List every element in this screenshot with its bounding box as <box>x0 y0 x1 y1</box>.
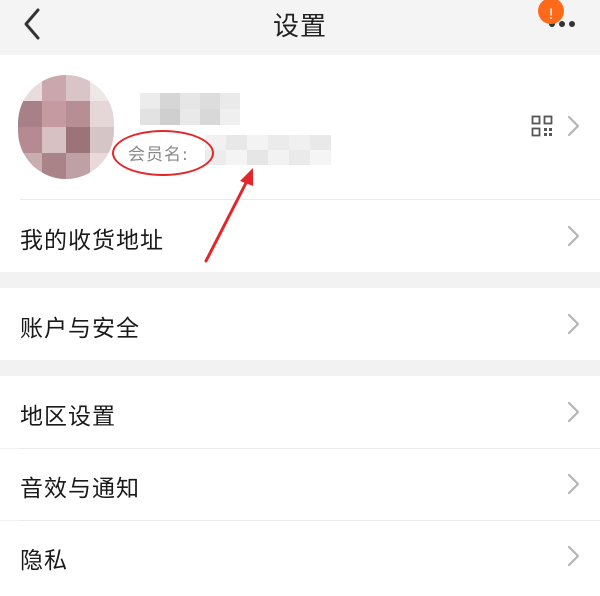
menu-item-account-security[interactable]: 账户与安全 <box>0 288 600 360</box>
top-nav-bar: 设置 ! <box>0 0 600 55</box>
menu-item-privacy[interactable]: 隐私 <box>0 521 600 596</box>
member-name-blurred <box>205 135 335 165</box>
menu-item-label: 我的收货地址 <box>20 228 164 254</box>
chevron-right-icon <box>567 115 580 137</box>
annotation-arrow <box>204 168 253 263</box>
page-title: 设置 <box>272 12 327 42</box>
qr-code-icon[interactable] <box>531 115 553 137</box>
avatar <box>18 75 114 179</box>
menu-item-label: 音效与通知 <box>20 476 140 502</box>
menu-item-sound-notifications[interactable]: 音效与通知 <box>0 449 600 520</box>
menu-item-label: 隐私 <box>20 548 68 574</box>
menu-item-address[interactable]: 我的收货地址 <box>0 200 600 272</box>
settings-page: 设置 ! 会员名: 我的收货地址 账户与安全 地区设置 音效与通知 隐私 <box>0 0 600 596</box>
chevron-right-icon <box>567 313 580 335</box>
chevron-right-icon <box>567 401 580 423</box>
chevron-right-icon <box>567 545 580 567</box>
chevron-right-icon <box>567 225 580 247</box>
more-dot <box>569 21 575 27</box>
menu-item-label: 地区设置 <box>20 404 116 430</box>
menu-item-label: 账户与安全 <box>20 316 140 342</box>
more-button[interactable]: ! <box>538 0 582 32</box>
chevron-right-icon <box>567 473 580 495</box>
more-dot <box>559 21 565 27</box>
menu-item-region[interactable]: 地区设置 <box>0 376 600 448</box>
username-blurred <box>140 93 240 125</box>
profile-card[interactable]: 会员名: <box>0 55 600 200</box>
